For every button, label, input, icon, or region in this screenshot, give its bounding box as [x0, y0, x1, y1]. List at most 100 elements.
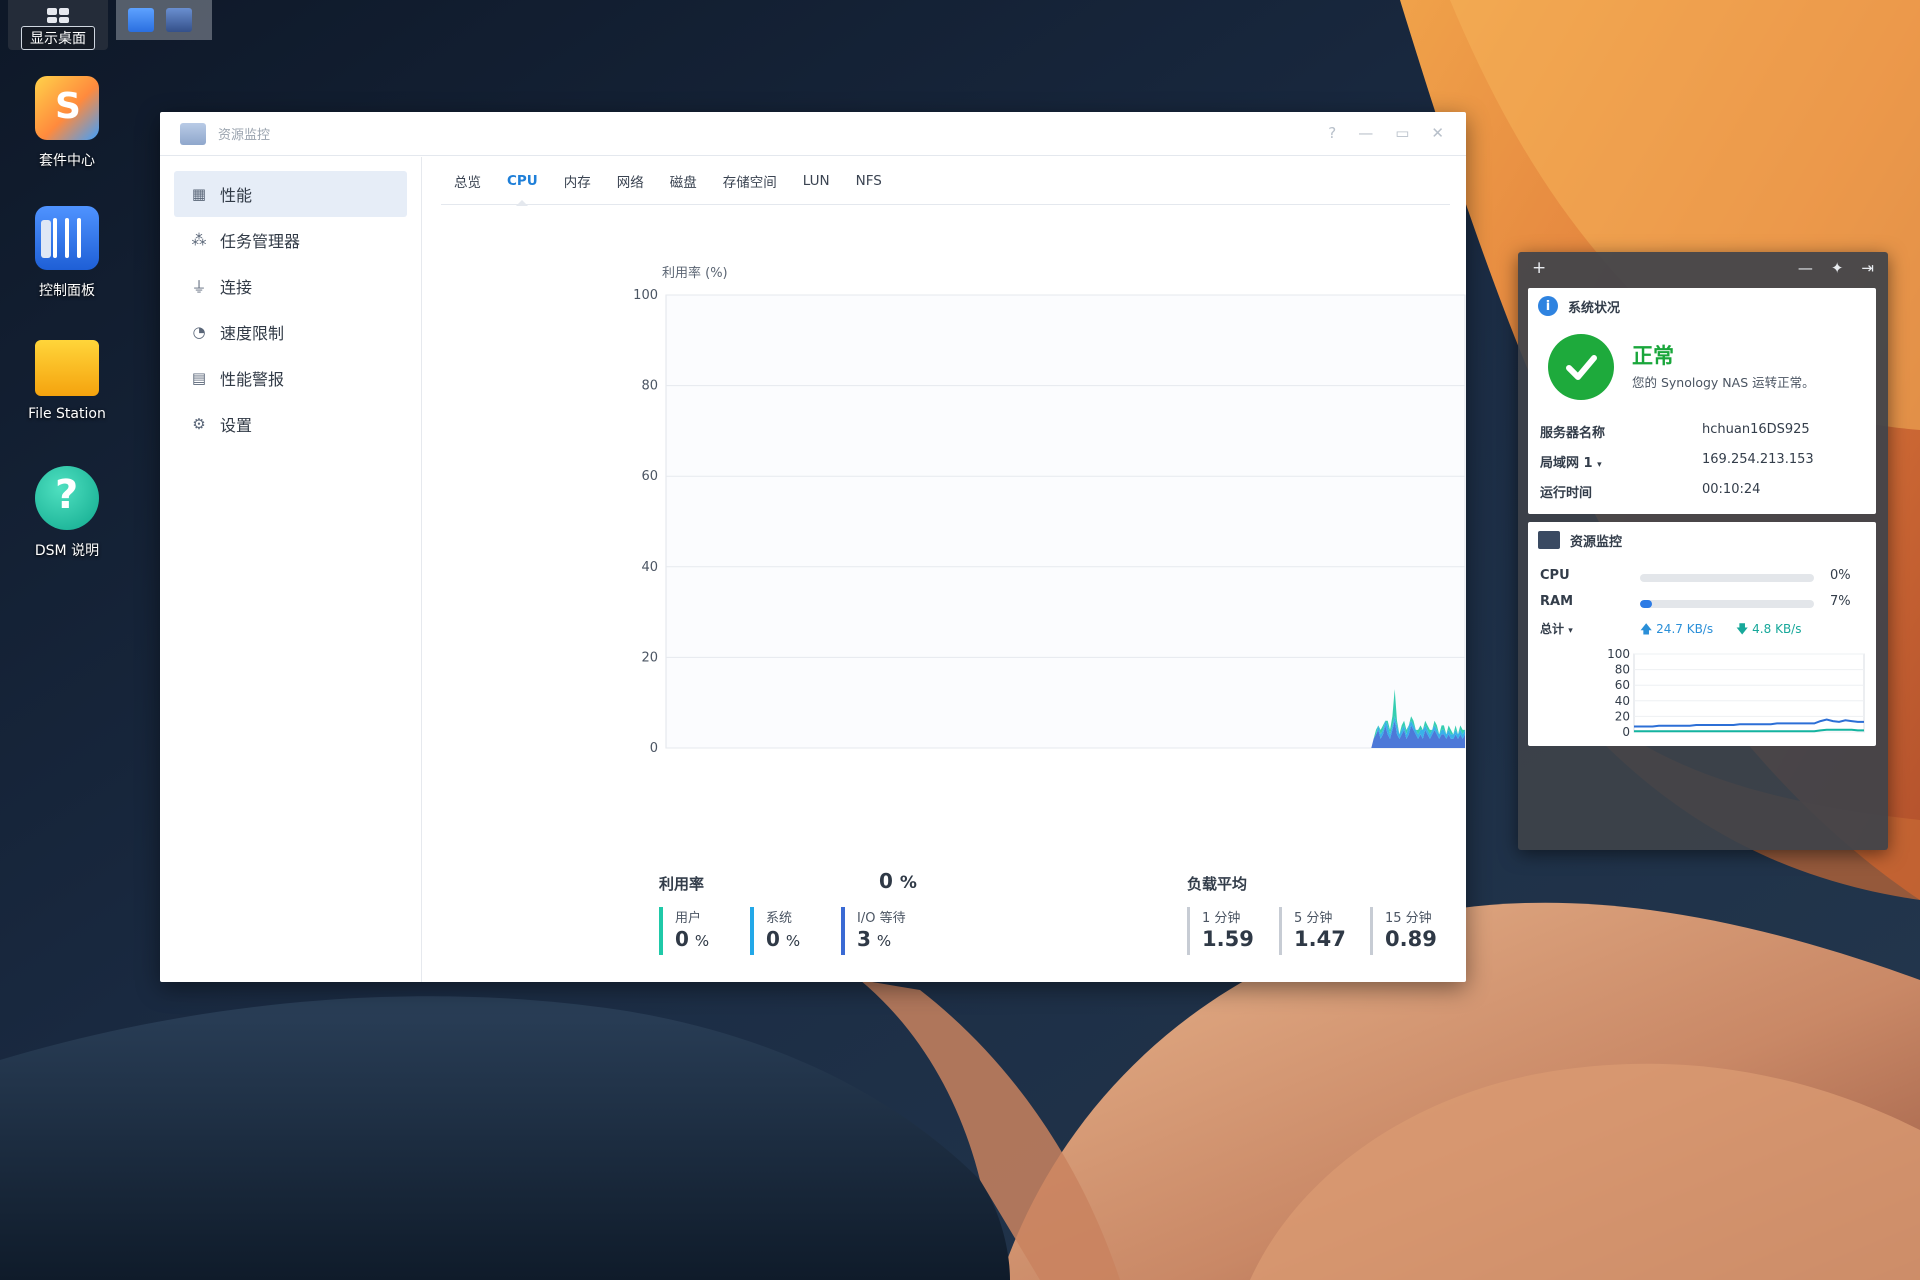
- control-panel-task-icon[interactable]: [128, 8, 154, 32]
- widget-toolbar: + — ✦ ⇥: [1518, 252, 1888, 284]
- alert-icon: ▤: [191, 369, 207, 387]
- network-dropdown[interactable]: 总计 ▾: [1540, 622, 1573, 636]
- tab-disk[interactable]: 磁盘: [657, 157, 710, 205]
- server-name-value: hchuan16DS925: [1702, 422, 1810, 437]
- minimize-icon[interactable]: —: [1358, 124, 1373, 142]
- metric-label: 用户: [675, 911, 702, 926]
- uptime-row: 运行时间 00:10:24: [1540, 482, 1864, 502]
- show-desktop-button[interactable]: 显示桌面: [8, 0, 108, 50]
- server-name-row: 服务器名称 hchuan16DS925: [1540, 422, 1864, 442]
- metric-unit: %: [876, 932, 892, 950]
- desktop-icon-control-panel[interactable]: 控制面板: [7, 206, 127, 300]
- y-tick-label: 80: [1615, 663, 1630, 677]
- ram-usage-row: RAM 7%: [1540, 594, 1864, 614]
- metric-value: 0: [766, 927, 780, 951]
- sidebar-item-label: 设置: [220, 416, 253, 435]
- system-status-card: i 系统状况 正常 您的 Synology NAS 运转正常。 服务器名称 hc…: [1528, 288, 1876, 514]
- resource-mini-chart: 0 2040 6080 100: [1607, 647, 1865, 739]
- y-tick-label: 20: [1615, 709, 1630, 723]
- sidebar-item-task-manager[interactable]: ⁂ 任务管理器: [174, 217, 407, 263]
- window-titlebar[interactable]: 资源监控 ? — ▭ ✕: [160, 112, 1466, 156]
- lan-ip-value: 169.254.213.153: [1702, 452, 1814, 467]
- load-value: 0.89: [1385, 927, 1437, 951]
- desktop-icon-package-center[interactable]: S 套件中心: [7, 76, 127, 170]
- maximize-icon[interactable]: ▭: [1395, 124, 1409, 142]
- sidebar-item-label: 任务管理器: [220, 232, 301, 251]
- collapse-panel-icon[interactable]: ⇥: [1861, 259, 1874, 277]
- metric-user: 用户 0%: [659, 907, 709, 955]
- ram-usage-text: 7%: [1830, 594, 1851, 609]
- chart-ylabel: 利用率 (%): [662, 265, 728, 281]
- minimize-icon[interactable]: —: [1798, 259, 1813, 277]
- download-arrow-icon: 🡇: [1736, 622, 1749, 636]
- window-controls: ? — ▭ ✕: [1328, 124, 1444, 142]
- download-value: 4.8 KB/s: [1752, 622, 1802, 636]
- tab-volume[interactable]: 存储空间: [710, 157, 790, 205]
- tab-network[interactable]: 网络: [604, 157, 657, 205]
- load-value: 1.59: [1202, 927, 1254, 951]
- cpu-usage-row: CPU 0%: [1540, 568, 1864, 588]
- sidebar-item-settings[interactable]: ⚙ 设置: [174, 401, 407, 447]
- ram-label: RAM: [1540, 594, 1574, 609]
- chevron-down-icon: ▾: [1568, 626, 1573, 636]
- status-description: 您的 Synology NAS 运转正常。: [1632, 375, 1815, 390]
- sidebar-item-performance-alerts[interactable]: ▤ 性能警报: [174, 355, 407, 401]
- cpu-stats: 利用率 0 % 用户 0% 系统 0% I/O 等待 3% 负载平均 1 分钟 …: [423, 863, 1466, 973]
- show-desktop-icon: [47, 8, 69, 23]
- sidebar-item-connections[interactable]: ⏚ 连接: [174, 263, 407, 309]
- lan-row: 局域网 1 ▾ 169.254.213.153: [1540, 452, 1864, 472]
- card-header: 资源监控: [1528, 522, 1876, 558]
- y-tick-label: 100: [1607, 647, 1630, 661]
- upload-arrow-icon: 🡅: [1640, 622, 1653, 636]
- lan-dropdown[interactable]: 局域网 1 ▾: [1540, 452, 1602, 471]
- network-row: 总计 ▾ 🡅 24.7 KB/s 🡇 4.8 KB/s: [1540, 620, 1864, 640]
- sidebar-item-label: 连接: [220, 278, 253, 297]
- tab-bar: 总览 CPU 内存 网络 磁盘 存储空间 LUN NFS: [441, 157, 1450, 206]
- metric-io-wait: I/O 等待 3%: [841, 907, 906, 955]
- sidebar-item-label: 速度限制: [220, 324, 285, 343]
- sidebar: ▦ 性能 ⁂ 任务管理器 ⏚ 连接 ◔ 速度限制 ▤ 性能警报 ⚙ 设置: [160, 157, 422, 982]
- help-icon[interactable]: ?: [1328, 124, 1336, 142]
- y-tick-label: 100: [633, 288, 658, 303]
- lan-label: 局域网 1: [1540, 456, 1593, 471]
- info-icon: i: [1538, 296, 1558, 316]
- pin-icon[interactable]: ✦: [1831, 259, 1844, 277]
- resource-monitor-task-icon[interactable]: [166, 8, 192, 32]
- help-icon: ?: [35, 466, 99, 530]
- load-average-label: 负载平均: [1187, 875, 1248, 893]
- resource-monitor-icon: [1538, 531, 1560, 549]
- desktop-icon-label: DSM 说明: [34, 543, 100, 559]
- desktop-icon-file-station[interactable]: File Station: [7, 336, 127, 422]
- tab-overview[interactable]: 总览: [441, 157, 494, 205]
- desktop-icon-dsm-help[interactable]: ? DSM 说明: [7, 466, 127, 560]
- y-tick-label: 0: [1622, 725, 1630, 739]
- desktop-icon-label: 控制面板: [39, 283, 95, 299]
- sidebar-item-speed-limit[interactable]: ◔ 速度限制: [174, 309, 407, 355]
- download-rate: 🡇 4.8 KB/s: [1736, 620, 1801, 641]
- cpu-label: CPU: [1540, 568, 1570, 583]
- load-label: 15 分钟: [1385, 911, 1432, 926]
- check-icon: [1548, 334, 1614, 400]
- network-label: 总计: [1540, 622, 1565, 636]
- close-icon[interactable]: ✕: [1431, 124, 1444, 142]
- utilization-number: 0: [879, 869, 893, 893]
- show-desktop-label: 显示桌面: [21, 26, 95, 50]
- card-title: 系统状况: [1568, 300, 1621, 316]
- add-widget-icon[interactable]: +: [1532, 258, 1546, 278]
- utilization-value: 0 %: [879, 869, 917, 893]
- cpu-utilization-chart: 利用率 (%) 0 20 40 60 80 100: [423, 217, 1466, 857]
- uptime-value: 00:10:24: [1702, 482, 1761, 497]
- resource-monitor-app-icon: [180, 122, 206, 145]
- plug-icon: ⏚: [191, 277, 207, 296]
- metric-value: 0: [675, 927, 689, 951]
- tab-lun[interactable]: LUN: [790, 157, 843, 205]
- upload-value: 24.7 KB/s: [1656, 622, 1714, 636]
- chevron-down-icon: ▾: [1597, 460, 1602, 470]
- metric-value: 3: [857, 927, 871, 951]
- sidebar-item-performance[interactable]: ▦ 性能: [174, 171, 407, 217]
- tab-memory[interactable]: 内存: [551, 157, 604, 205]
- tab-cpu[interactable]: CPU: [494, 157, 551, 206]
- performance-icon: ▦: [191, 185, 207, 203]
- y-tick-label: 40: [1615, 694, 1630, 708]
- tab-nfs[interactable]: NFS: [843, 157, 895, 205]
